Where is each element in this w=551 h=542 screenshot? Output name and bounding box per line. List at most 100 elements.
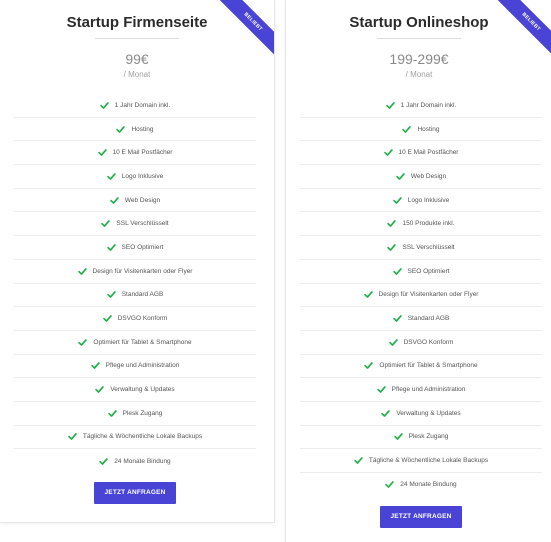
check-icon — [392, 267, 402, 275]
feature-label: 10 E Mail Postfächer — [112, 149, 173, 157]
check-icon — [107, 409, 117, 417]
plan-title: Startup Onlineshop — [349, 14, 489, 31]
feature-item: 1 Jahr Domain inkl. — [300, 94, 542, 118]
feature-label: 24 Monate Bindung — [114, 457, 171, 465]
plan-period: / Monat — [405, 70, 433, 79]
feature-label: Web Design — [410, 172, 447, 180]
check-icon — [354, 457, 363, 465]
feature-label: Design für Visitenkarten oder Flyer — [378, 291, 479, 299]
feature-list: 1 Jahr Domain inkl. Hosting 10 E Mail Post… — [300, 94, 542, 497]
feature-label: SEO Optimiert — [407, 267, 450, 275]
feature-item: 24 Monate Bindung — [300, 473, 542, 497]
check-icon — [387, 220, 397, 228]
check-icon — [102, 315, 112, 322]
check-icon — [381, 409, 391, 417]
check-icon — [95, 386, 105, 393]
feature-label: 24 Monate Bindung — [400, 481, 457, 489]
check-icon — [97, 149, 107, 157]
check-icon — [393, 433, 403, 441]
feature-label: Plesk Zugang — [408, 433, 449, 441]
feature-item: Verwaltung & Updates — [14, 378, 256, 402]
feature-item: Design für Visitenkarten oder Flyer — [300, 284, 542, 308]
feature-item: Pflege und Administration — [300, 378, 542, 402]
feature-label: Hosting — [417, 125, 440, 133]
feature-item: Optimiert für Tablet & Smartphone — [300, 355, 542, 379]
feature-label: Optimiert für Tablet & Smartphone — [93, 338, 192, 346]
feature-label: 1 Jahr Domain inkl. — [400, 101, 457, 109]
feature-label: Pflege und Administration — [391, 386, 466, 394]
check-icon — [392, 196, 402, 204]
feature-label: Logo Inklusive — [407, 196, 450, 204]
feature-label: Design für Visitenkarten oder Flyer — [92, 267, 193, 275]
plan-price: 199-299€ — [389, 51, 449, 67]
feature-label: SSL Verschlüsselt — [116, 220, 169, 228]
plan-price: 99€ — [125, 51, 149, 67]
feature-item: Tägliche & Wöchentliche Lokale Backups — [14, 426, 256, 450]
title-divider — [377, 38, 461, 39]
feature-item: Tägliche & Wöchentliche Lokale Backups — [300, 449, 542, 473]
feature-item: Pflege und Administration — [14, 355, 256, 379]
check-icon — [383, 149, 393, 157]
feature-label: Standard AGB — [407, 315, 450, 323]
feature-item: 10 E Mail Postfächer — [300, 141, 542, 166]
feature-item: SEO Optimiert — [300, 260, 542, 284]
feature-item: Standard AGB — [14, 284, 256, 308]
check-icon — [110, 196, 119, 204]
feature-item: Design für Visitenkarten oder Flyer — [14, 260, 256, 284]
check-icon — [363, 291, 373, 299]
feature-label: Hosting — [131, 125, 154, 133]
check-icon — [385, 481, 395, 489]
feature-item: 10 E Mail Postfächer — [14, 141, 256, 166]
check-icon — [396, 173, 405, 180]
feature-label: Standard AGB — [121, 291, 164, 299]
feature-item: SSL Verschlüsselt — [300, 236, 542, 260]
feature-item: DSVGO Konform — [300, 331, 542, 355]
plan-title: Startup Firmenseite — [66, 14, 208, 31]
feature-label: Tägliche & Wöchentliche Lokale Backups — [368, 457, 489, 465]
feature-item: Logo Inklusive — [14, 165, 256, 189]
check-icon — [376, 386, 386, 393]
pricing-card-firmenseite: BELIEBT Startup Firmenseite 99€ / Monat … — [0, 0, 275, 523]
check-icon — [99, 457, 109, 465]
title-divider — [95, 38, 179, 39]
check-icon — [106, 291, 116, 299]
feature-item: SSL Verschlüsselt — [14, 212, 256, 237]
feature-item: Hosting — [300, 118, 542, 142]
feature-item: Standard AGB — [300, 307, 542, 331]
check-icon — [106, 173, 116, 180]
feature-label: DSVGO Konform — [403, 338, 454, 346]
check-icon — [385, 101, 395, 109]
request-button[interactable]: JETZT ANFRAGEN — [94, 482, 176, 504]
check-icon — [388, 338, 398, 346]
feature-label: Optimiert für Tablet & Smartphone — [379, 362, 478, 370]
check-icon — [90, 362, 100, 370]
feature-item: Verwaltung & Updates — [300, 402, 542, 426]
feature-label: Verwaltung & Updates — [110, 386, 175, 394]
feature-label: 10 E Mail Postfächer — [398, 149, 459, 157]
feature-label: Web Design — [124, 196, 161, 204]
check-icon — [387, 244, 397, 251]
feature-label: Verwaltung & Updates — [396, 409, 461, 417]
feature-item: Optimiert für Tablet & Smartphone — [14, 331, 256, 355]
request-button[interactable]: JETZT ANFRAGEN — [380, 506, 462, 528]
feature-item: DSVGO Konform — [14, 307, 256, 331]
plan-period: / Monat — [123, 70, 151, 79]
feature-label: 1 Jahr Domain inkl. — [114, 101, 171, 109]
check-icon — [106, 244, 116, 251]
feature-item: Web Design — [300, 165, 542, 189]
pricing-section: BELIEBT Startup Firmenseite 99€ / Monat … — [0, 0, 551, 542]
check-icon — [402, 125, 412, 133]
feature-item: 1 Jahr Domain inkl. — [14, 94, 256, 118]
check-icon — [101, 220, 111, 228]
feature-item: Hosting — [14, 118, 256, 142]
feature-label: DSVGO Konform — [117, 315, 168, 323]
feature-item: 150 Produkte inkl. — [300, 212, 542, 237]
feature-item: Logo Inklusive — [300, 189, 542, 213]
feature-label: SEO Optimiert — [121, 243, 164, 251]
check-icon — [392, 315, 402, 322]
feature-item: SEO Optimiert — [14, 236, 256, 260]
feature-item: Web Design — [14, 189, 256, 213]
feature-list: 1 Jahr Domain inkl. Hosting 10 E Mail Post… — [14, 94, 256, 473]
feature-item: Plesk Zugang — [300, 426, 542, 450]
check-icon — [116, 125, 126, 133]
